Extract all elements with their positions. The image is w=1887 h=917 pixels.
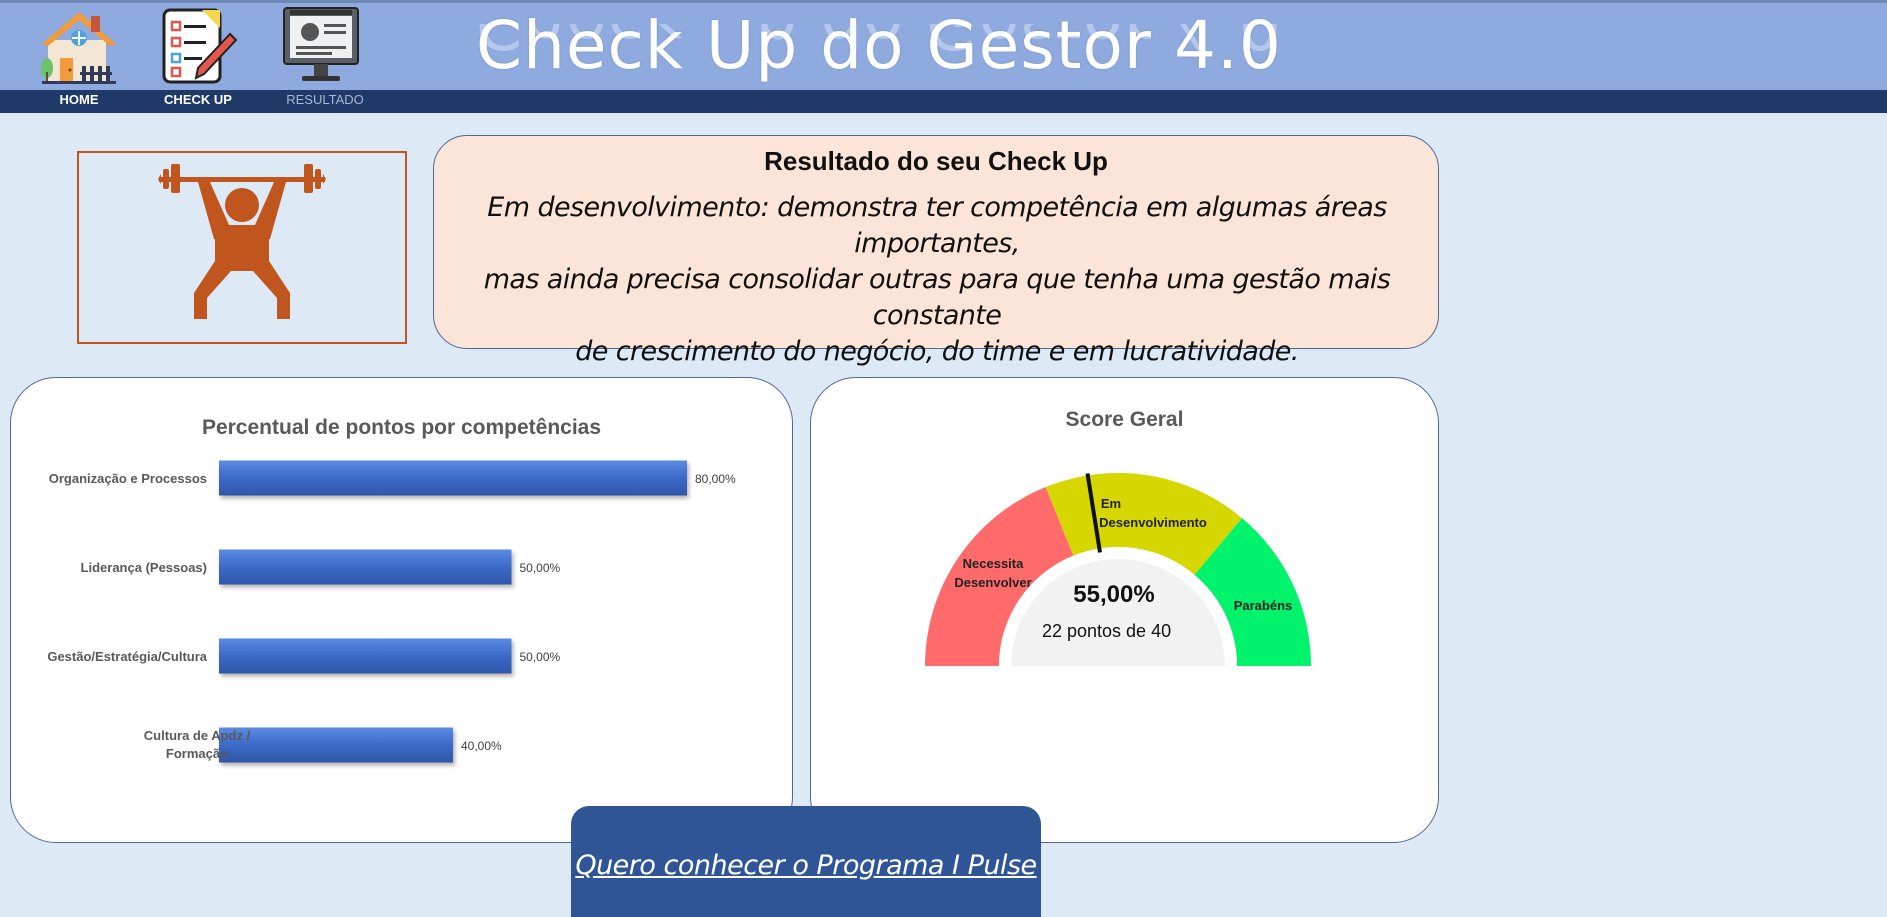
ipulse-program-link-button[interactable]: Quero conhecer o Programa I Pulse bbox=[571, 806, 1041, 917]
result-icon-box bbox=[77, 151, 407, 344]
category-label: Liderança (Pessoas) bbox=[81, 560, 207, 575]
result-card: Resultado do seu Check Up Em desenvolvim… bbox=[433, 135, 1439, 367]
bar bbox=[219, 727, 453, 763]
bar bbox=[219, 638, 512, 674]
result-line: mas ainda precisa consolidar outras para… bbox=[483, 264, 1391, 331]
nav-home-button[interactable] bbox=[38, 4, 120, 86]
nav-resultado-button[interactable] bbox=[282, 4, 360, 86]
gauge-band-label: Parabéns bbox=[1234, 598, 1293, 613]
category-label: Organização e Processos bbox=[49, 471, 207, 486]
result-line: de crescimento do negócio, do time e em … bbox=[575, 336, 1299, 367]
data-label: 50,00% bbox=[520, 650, 561, 664]
data-label: 80,00% bbox=[695, 472, 736, 486]
weightlifter-icon bbox=[158, 164, 326, 319]
result-title: Resultado do seu Check Up bbox=[764, 146, 1108, 176]
score-gauge: Necessita DesenvolverEm DesenvolvimentoPar… bbox=[925, 473, 1311, 666]
checklist-icon bbox=[162, 8, 238, 84]
gauge-value-label: 55,00% bbox=[1073, 581, 1154, 608]
data-label: 40,00% bbox=[461, 739, 502, 753]
app-title: Check Up do Gestor 4.0 bbox=[476, 7, 1282, 84]
score-gauge-card: Score Geral Necessita Desenvolver Em Desenv… bbox=[810, 377, 1439, 843]
competency-bar-chart: Organização e Processos 80,00% Liderança (… bbox=[47, 460, 736, 763]
gauge-points-suffix: pontos de 40 bbox=[1067, 621, 1171, 641]
nav-resultado-label: RESULTADO bbox=[286, 92, 364, 107]
bar bbox=[219, 549, 512, 585]
gauge-points: 22 bbox=[1042, 621, 1062, 641]
category-label: Gestão/Estratégia/Cultura bbox=[47, 649, 207, 664]
ipulse-program-link[interactable]: Quero conhecer o Programa I Pulse bbox=[575, 850, 1037, 881]
result-description: Em desenvolvimento: demonstra ter compet… bbox=[454, 190, 1420, 370]
house-icon bbox=[41, 12, 116, 84]
competency-chart-card: Percentual de pontos por competências Or… bbox=[10, 377, 793, 843]
nav-checkup-label: CHECK UP bbox=[164, 92, 232, 107]
result-line: Em desenvolvimento: demonstra ter compet… bbox=[487, 192, 1387, 259]
monitor-icon bbox=[283, 7, 359, 81]
data-label: 50,00% bbox=[520, 561, 561, 575]
nav-checkup-button[interactable] bbox=[158, 4, 238, 86]
nav-home-label: HOME bbox=[59, 92, 99, 107]
bar bbox=[219, 460, 687, 496]
